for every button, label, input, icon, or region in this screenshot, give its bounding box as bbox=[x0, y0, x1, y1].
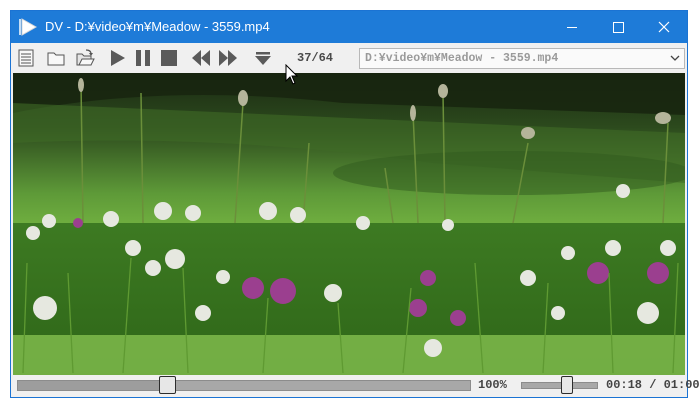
minimize-icon bbox=[567, 27, 577, 28]
fast-forward-icon[interactable] bbox=[218, 48, 238, 68]
close-button[interactable] bbox=[641, 11, 687, 43]
maximize-icon bbox=[613, 22, 624, 33]
chevron-down-icon[interactable] bbox=[666, 49, 684, 68]
seek-bar[interactable] bbox=[17, 376, 471, 394]
window-title: DV - D:¥video¥m¥Meadow - 3559.mp4 bbox=[45, 19, 270, 34]
open-file-icon[interactable] bbox=[75, 48, 95, 68]
title-bar[interactable]: DV - D:¥video¥m¥Meadow - 3559.mp4 bbox=[11, 11, 687, 43]
minimize-button[interactable] bbox=[549, 11, 595, 43]
time-display: 00:18 / 01:00 bbox=[606, 378, 700, 392]
meadow-video-image bbox=[13, 73, 685, 375]
app-play-icon bbox=[19, 18, 38, 36]
stop-icon[interactable] bbox=[159, 48, 179, 68]
file-path-combobox[interactable]: D:¥video¥m¥Meadow - 3559.mp4 bbox=[359, 48, 685, 69]
toolbar: 37/64 D:¥video¥m¥Meadow - 3559.mp4 bbox=[11, 43, 687, 73]
open-folder-icon[interactable] bbox=[46, 48, 66, 68]
play-icon[interactable] bbox=[107, 48, 127, 68]
file-path-text: D:¥video¥m¥Meadow - 3559.mp4 bbox=[365, 52, 559, 65]
zoom-level[interactable]: 100% bbox=[478, 378, 507, 392]
video-frame[interactable] bbox=[13, 73, 685, 375]
pause-icon[interactable] bbox=[133, 48, 153, 68]
close-icon bbox=[658, 21, 670, 33]
player-window: DV - D:¥video¥m¥Meadow - 3559.mp4 37/64 … bbox=[10, 10, 700, 398]
seek-thumb[interactable] bbox=[159, 376, 176, 394]
volume-slider[interactable] bbox=[521, 376, 598, 394]
track-counter: 37/64 bbox=[297, 51, 334, 65]
maximize-button[interactable] bbox=[595, 11, 641, 43]
playlist-icon[interactable] bbox=[16, 48, 36, 68]
rewind-icon[interactable] bbox=[191, 48, 211, 68]
status-bar: 100% 00:18 / 01:00 bbox=[11, 375, 700, 397]
seek-progress bbox=[18, 381, 167, 390]
eject-icon[interactable] bbox=[253, 48, 273, 68]
volume-thumb[interactable] bbox=[561, 376, 573, 394]
mouse-cursor-icon bbox=[285, 64, 299, 85]
